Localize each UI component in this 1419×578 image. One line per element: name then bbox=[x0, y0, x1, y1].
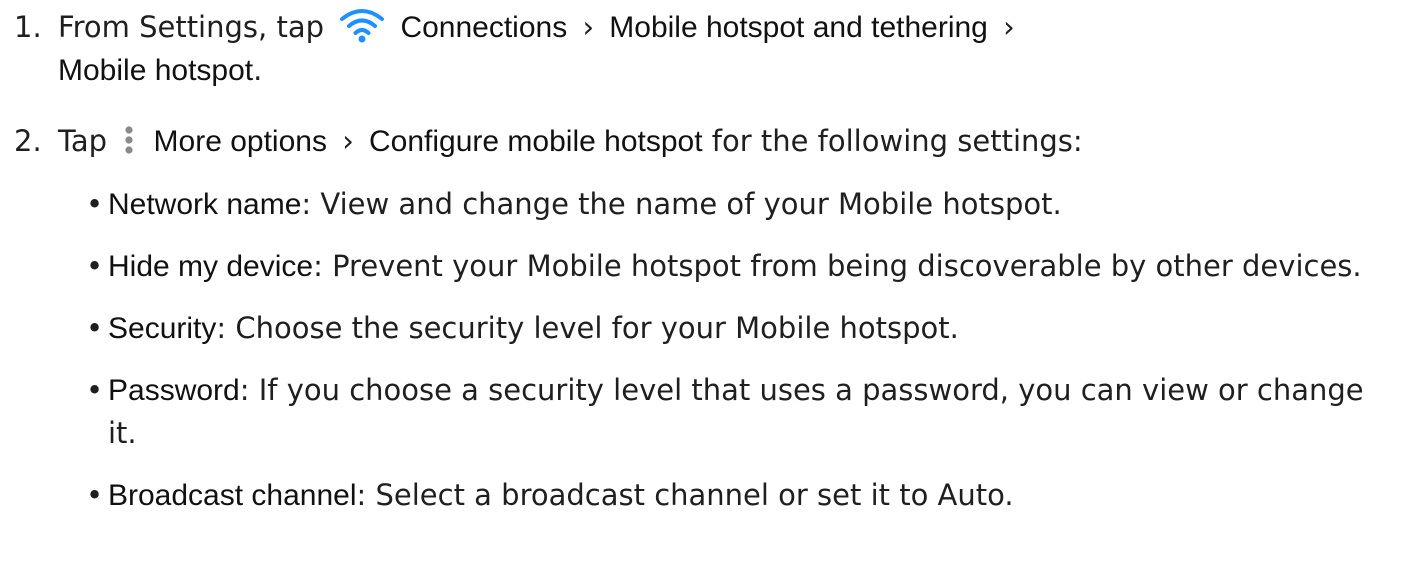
connections-label: Connections bbox=[400, 11, 568, 44]
bullet-icon: • bbox=[86, 373, 104, 407]
step-2-text: Tap More options › Configure mobile hots… bbox=[58, 120, 1399, 163]
settings-list: • Network name: View and change the name… bbox=[86, 183, 1399, 536]
mobile-hotspot-label: Mobile hotspot bbox=[58, 54, 254, 87]
step-2-suffix: for the following settings: bbox=[711, 124, 1083, 158]
list-item-security: • Security: Choose the security level fo… bbox=[86, 307, 1399, 350]
list-item-broadcast-channel: • Broadcast channel: Select a broadcast … bbox=[86, 474, 1399, 517]
list-item-hide-my-device: • Hide my device: Prevent your Mobile ho… bbox=[86, 245, 1399, 288]
setting-description: : Prevent your Mobile hotspot from being… bbox=[313, 249, 1362, 283]
list-item-network-name: • Network name: View and change the name… bbox=[86, 183, 1399, 226]
step-2-prefix: Tap bbox=[58, 124, 108, 158]
setting-description: : View and change the name of your Mobil… bbox=[301, 187, 1062, 221]
instructions-page: 1. From Settings, tap Connections › Mobi… bbox=[0, 0, 1419, 578]
setting-description: : Choose the security level for your Mob… bbox=[216, 311, 959, 345]
setting-term: Password bbox=[108, 374, 240, 407]
breadcrumb-separator: › bbox=[1003, 10, 1015, 44]
configure-hotspot-label: Configure mobile hotspot bbox=[369, 125, 703, 158]
bullet-icon: • bbox=[86, 478, 104, 512]
step-2-number: 2. bbox=[14, 124, 42, 158]
setting-term: Security bbox=[108, 312, 217, 345]
step-1: 1. From Settings, tap Connections › Mobi… bbox=[14, 6, 1399, 92]
hotspot-tethering-label: Mobile hotspot and tethering bbox=[609, 11, 988, 44]
setting-term: Broadcast channel bbox=[108, 479, 357, 512]
setting-description: : Select a broadcast channel or set it t… bbox=[356, 478, 1014, 512]
step-1-suffix: . bbox=[253, 53, 263, 87]
wifi-icon bbox=[339, 7, 385, 43]
bullet-icon: • bbox=[86, 187, 104, 221]
step-1-prefix: From Settings, tap bbox=[58, 10, 324, 44]
step-1-text: From Settings, tap Connections › Mobile … bbox=[58, 6, 1399, 92]
breadcrumb-separator: › bbox=[582, 10, 595, 44]
more-options-label: More options bbox=[153, 125, 327, 158]
breadcrumb-separator: › bbox=[342, 124, 354, 158]
more-options-icon bbox=[122, 124, 136, 154]
bullet-icon: • bbox=[86, 311, 104, 345]
bullet-icon: • bbox=[86, 249, 104, 283]
step-1-number: 1. bbox=[14, 10, 42, 44]
setting-term: Network name bbox=[108, 188, 302, 221]
list-item-password: • Password: If you choose a security lev… bbox=[86, 369, 1399, 455]
setting-description: : If you choose a security level that us… bbox=[108, 373, 1364, 450]
step-2: 2. Tap More options › Configure mobile h… bbox=[14, 120, 1399, 163]
setting-term: Hide my device bbox=[108, 250, 314, 283]
